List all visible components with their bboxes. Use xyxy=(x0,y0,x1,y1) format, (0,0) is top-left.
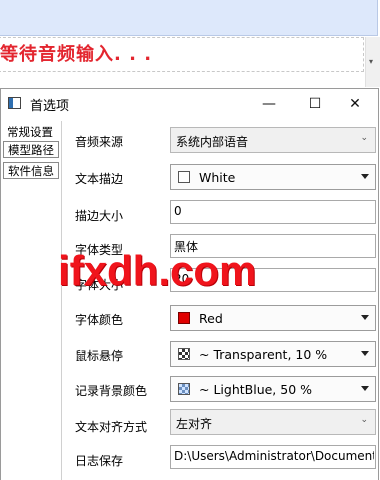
log-save-label: 日志保存 xyxy=(75,454,124,468)
white-swatch-icon xyxy=(178,171,190,183)
nav-item-software-info[interactable]: 软件信息 xyxy=(3,162,59,179)
dialog-title: 首选项 xyxy=(30,99,70,114)
audio-source-select[interactable]: 系统内部语音 ⌄ xyxy=(170,127,376,153)
chevron-down-icon: ▾ xyxy=(369,57,374,66)
background-scrollbar[interactable]: ▾ xyxy=(365,37,380,87)
red-swatch-icon xyxy=(178,312,190,324)
screen: 等待音频输入. . . ▾ 首选项 — ☐ ✕ 常规设置 模型路径 软件信息 音… xyxy=(0,0,380,480)
background-app: 等待音频输入. . . ▾ xyxy=(0,0,380,90)
background-panel xyxy=(0,0,378,36)
nav-item-general[interactable]: 常规设置 xyxy=(3,124,59,141)
settings-nav: 常规设置 模型路径 软件信息 xyxy=(1,121,62,480)
stroke-size-value: 0 xyxy=(174,204,182,218)
nav-item-model-path[interactable]: 模型路径 xyxy=(3,141,59,158)
transparent-swatch-icon xyxy=(178,348,190,360)
preferences-dialog: 首选项 — ☐ ✕ 常规设置 模型路径 软件信息 音频来源 系统内部语音 ⌄ 文… xyxy=(0,88,379,480)
font-color-value: Red xyxy=(199,311,223,326)
font-size-label: 字体大小 xyxy=(75,278,124,292)
mouse-hover-label: 鼠标悬停 xyxy=(75,349,124,363)
text-stroke-select[interactable]: White xyxy=(170,164,376,190)
font-color-label: 字体颜色 xyxy=(75,313,124,327)
record-bg-color-value: ~ LightBlue, 50 % xyxy=(199,382,313,397)
stroke-size-label: 描边大小 xyxy=(75,209,124,223)
stroke-size-input[interactable]: 0 xyxy=(170,200,376,224)
status-text: 等待音频输入. . . xyxy=(0,44,153,65)
mouse-hover-value: ~ Transparent, 10 % xyxy=(199,347,328,362)
record-bg-color-select[interactable]: ~ LightBlue, 50 % xyxy=(170,376,376,402)
font-type-value: 黑体 xyxy=(174,240,199,254)
caret-down-icon xyxy=(361,386,369,391)
font-type-input[interactable]: 黑体 xyxy=(170,234,376,258)
lightblue-swatch-icon xyxy=(178,383,190,395)
caret-down-icon xyxy=(361,351,369,356)
minimize-button[interactable]: — xyxy=(246,89,292,119)
app-window-icon xyxy=(8,97,21,109)
font-size-value: 20 xyxy=(174,272,190,286)
chevron-down-icon: ⌄ xyxy=(360,415,368,425)
mouse-hover-select[interactable]: ~ Transparent, 10 % xyxy=(170,341,376,367)
audio-source-label: 音频来源 xyxy=(75,135,124,149)
caret-down-icon xyxy=(361,174,369,179)
record-bg-color-label: 记录背景颜色 xyxy=(75,384,148,398)
font-type-label: 字体类型 xyxy=(75,243,124,257)
log-save-path-value: D:\Users\Administrator\Documents xyxy=(174,449,374,463)
text-align-value: 左对齐 xyxy=(176,417,213,431)
text-align-label: 文本对齐方式 xyxy=(75,420,148,434)
text-stroke-label: 文本描边 xyxy=(75,172,124,186)
font-color-select[interactable]: Red xyxy=(170,305,376,331)
close-button[interactable]: ✕ xyxy=(332,89,378,119)
font-size-input[interactable]: 20 xyxy=(170,268,376,292)
title-bar[interactable]: 首选项 — ☐ ✕ xyxy=(1,89,378,119)
chevron-down-icon: ⌄ xyxy=(360,133,368,143)
audio-source-value: 系统内部语音 xyxy=(176,135,249,149)
log-save-path-input[interactable]: D:\Users\Administrator\Documents xyxy=(170,445,376,469)
text-align-select[interactable]: 左对齐 ⌄ xyxy=(170,409,376,435)
text-stroke-value: White xyxy=(199,170,236,185)
caret-down-icon xyxy=(361,315,369,320)
